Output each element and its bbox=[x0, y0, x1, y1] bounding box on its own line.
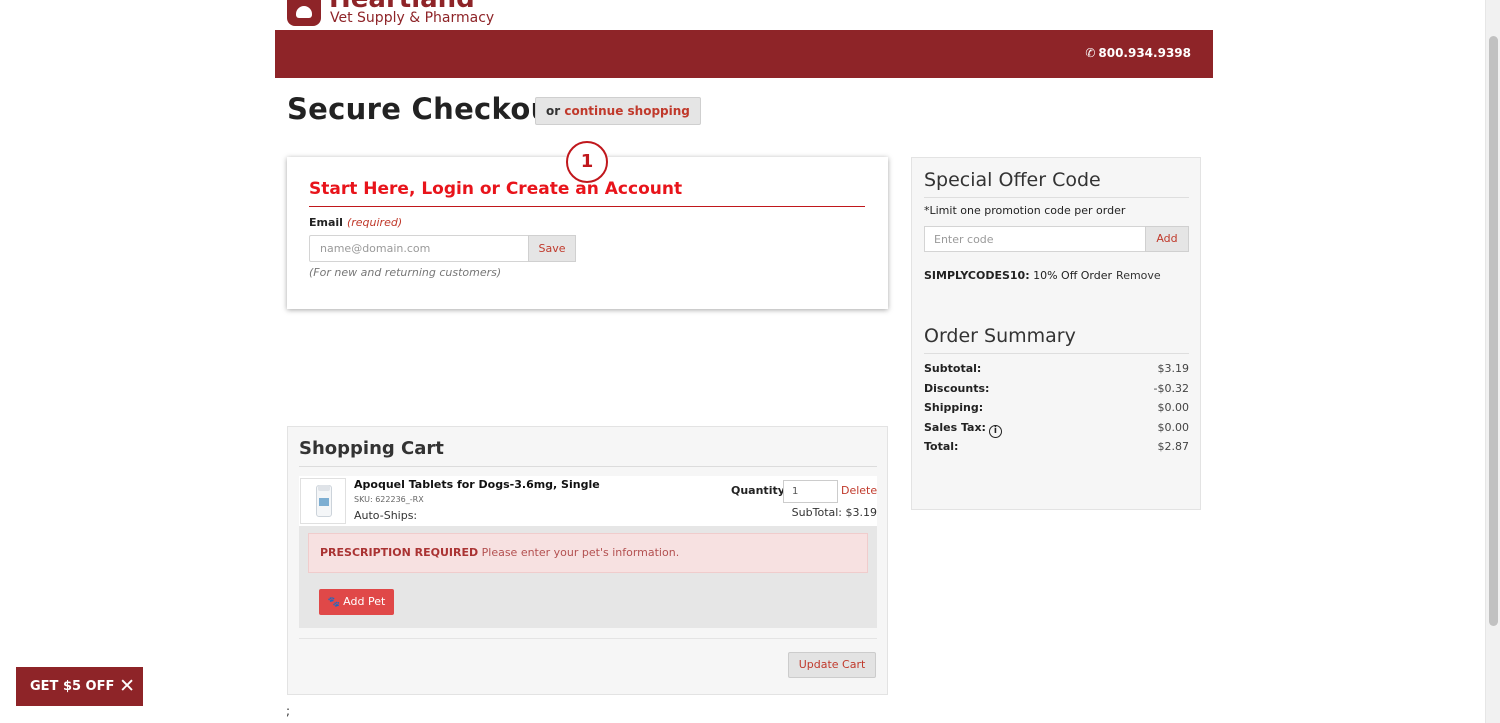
summary-label: Subtotal: bbox=[924, 362, 982, 375]
header-bar: ✆ 800.934.9398 bbox=[275, 30, 1213, 78]
page-title: Secure Checkout bbox=[287, 92, 566, 126]
autoship-label: Auto-Ships: bbox=[354, 509, 418, 522]
product-sku: SKU: 622236_-RX bbox=[354, 495, 424, 504]
promo-code-input[interactable] bbox=[924, 226, 1146, 252]
save-email-button[interactable]: Save bbox=[528, 235, 576, 262]
summary-label: Sales Tax: i bbox=[924, 421, 1002, 438]
scrollbar-thumb[interactable] bbox=[1489, 36, 1498, 626]
phone-number: 800.934.9398 bbox=[1098, 46, 1191, 60]
discount-popup-tab[interactable]: GET $5 OFF ✕ bbox=[16, 667, 143, 706]
promo-limit-note: *Limit one promotion code per order bbox=[924, 204, 1126, 217]
discount-tab-label: GET $5 OFF bbox=[30, 679, 115, 694]
summary-value: $3.19 bbox=[1157, 362, 1190, 375]
stray-text: ; bbox=[286, 704, 291, 718]
cart-footer-divider bbox=[299, 638, 877, 639]
item-subtotal: SubTotal: $3.19 bbox=[791, 506, 877, 519]
phone-link[interactable]: ✆ 800.934.9398 bbox=[1085, 46, 1191, 60]
email-label: Email (required) bbox=[309, 216, 402, 229]
remove-promo-link[interactable]: Remove bbox=[1116, 269, 1161, 282]
quantity-label: Quantity bbox=[731, 484, 785, 497]
sales-tax-label: Sales Tax: bbox=[924, 421, 986, 434]
login-divider bbox=[309, 206, 865, 207]
info-icon[interactable]: i bbox=[988, 425, 1002, 438]
prescription-panel: PRESCRIPTION REQUIRED Please enter your … bbox=[299, 526, 877, 628]
add-pet-button[interactable]: 🐾 Add Pet bbox=[319, 589, 394, 615]
cart-item-row: Apoquel Tablets for Dogs-3.6mg, Single S… bbox=[299, 476, 877, 526]
summary-divider bbox=[924, 353, 1189, 354]
checkout-sidebar: Special Offer Code *Limit one promotion … bbox=[911, 157, 1201, 510]
summary-row-sales-tax: Sales Tax: i $0.00 bbox=[924, 421, 1190, 438]
applied-promo-code: SIMPLYCODES10: bbox=[924, 269, 1030, 282]
heart-logo-icon bbox=[287, 0, 321, 26]
cart-title: Shopping Cart bbox=[299, 438, 444, 459]
continue-prefix: or bbox=[546, 104, 561, 118]
offer-divider bbox=[924, 197, 1189, 198]
summary-row-shipping: Shipping: $0.00 bbox=[924, 401, 1189, 417]
site-logo[interactable]: Heartland Vet Supply & Pharmacy bbox=[287, 0, 507, 30]
delete-item-link[interactable]: Delete bbox=[841, 484, 877, 497]
summary-value: $0.00 bbox=[1157, 421, 1190, 434]
page-scrollbar[interactable] bbox=[1485, 0, 1500, 723]
cart-divider bbox=[299, 466, 877, 467]
login-heading: Start Here, Login or Create an Account bbox=[309, 179, 683, 199]
product-image[interactable] bbox=[300, 478, 346, 524]
summary-value: -$0.32 bbox=[1153, 382, 1189, 395]
login-card: 1 Start Here, Login or Create an Account… bbox=[287, 141, 888, 309]
close-icon[interactable]: ✕ bbox=[119, 667, 135, 706]
step-number-badge: 1 bbox=[566, 141, 608, 183]
add-promo-button[interactable]: Add bbox=[1145, 226, 1189, 252]
pill-bottle-icon bbox=[316, 485, 332, 517]
applied-promo-desc: 10% Off Order bbox=[1033, 269, 1113, 282]
summary-label: Total: bbox=[924, 440, 959, 453]
continue-shopping-link[interactable]: continue shopping bbox=[564, 104, 690, 118]
email-field[interactable] bbox=[309, 235, 529, 262]
quantity-input[interactable] bbox=[783, 480, 838, 503]
applied-promo: SIMPLYCODES10: 10% Off Order Remove bbox=[924, 269, 1161, 282]
update-cart-button[interactable]: Update Cart bbox=[788, 652, 876, 678]
prescription-alert-title: PRESCRIPTION REQUIRED bbox=[320, 546, 479, 559]
summary-row-subtotal: Subtotal: $3.19 bbox=[924, 362, 1189, 378]
product-name[interactable]: Apoquel Tablets for Dogs-3.6mg, Single bbox=[354, 478, 600, 491]
prescription-alert: PRESCRIPTION REQUIRED Please enter your … bbox=[308, 533, 868, 573]
logo-tagline: Vet Supply & Pharmacy bbox=[330, 10, 495, 26]
order-summary-heading: Order Summary bbox=[924, 325, 1076, 347]
shopping-cart: Shopping Cart Apoquel Tablets for Dogs-3… bbox=[287, 426, 888, 695]
paw-icon: 🐾 bbox=[327, 597, 341, 608]
summary-row-total: Total: $2.87 bbox=[924, 440, 1189, 456]
offer-heading: Special Offer Code bbox=[924, 169, 1101, 191]
summary-row-discounts: Discounts: -$0.32 bbox=[924, 382, 1189, 398]
summary-label: Shipping: bbox=[924, 401, 984, 414]
prescription-alert-text: Please enter your pet's information. bbox=[481, 546, 680, 559]
email-required-note: (required) bbox=[346, 216, 403, 229]
summary-value: $2.87 bbox=[1157, 440, 1190, 453]
email-help-text: (For new and returning customers) bbox=[309, 266, 502, 279]
summary-label: Discounts: bbox=[924, 382, 990, 395]
email-label-text: Email bbox=[309, 216, 343, 229]
phone-icon: ✆ bbox=[1085, 46, 1096, 60]
add-pet-label: Add Pet bbox=[343, 595, 386, 608]
summary-value: $0.00 bbox=[1157, 401, 1190, 414]
continue-shopping-button[interactable]: or continue shopping bbox=[535, 97, 701, 125]
